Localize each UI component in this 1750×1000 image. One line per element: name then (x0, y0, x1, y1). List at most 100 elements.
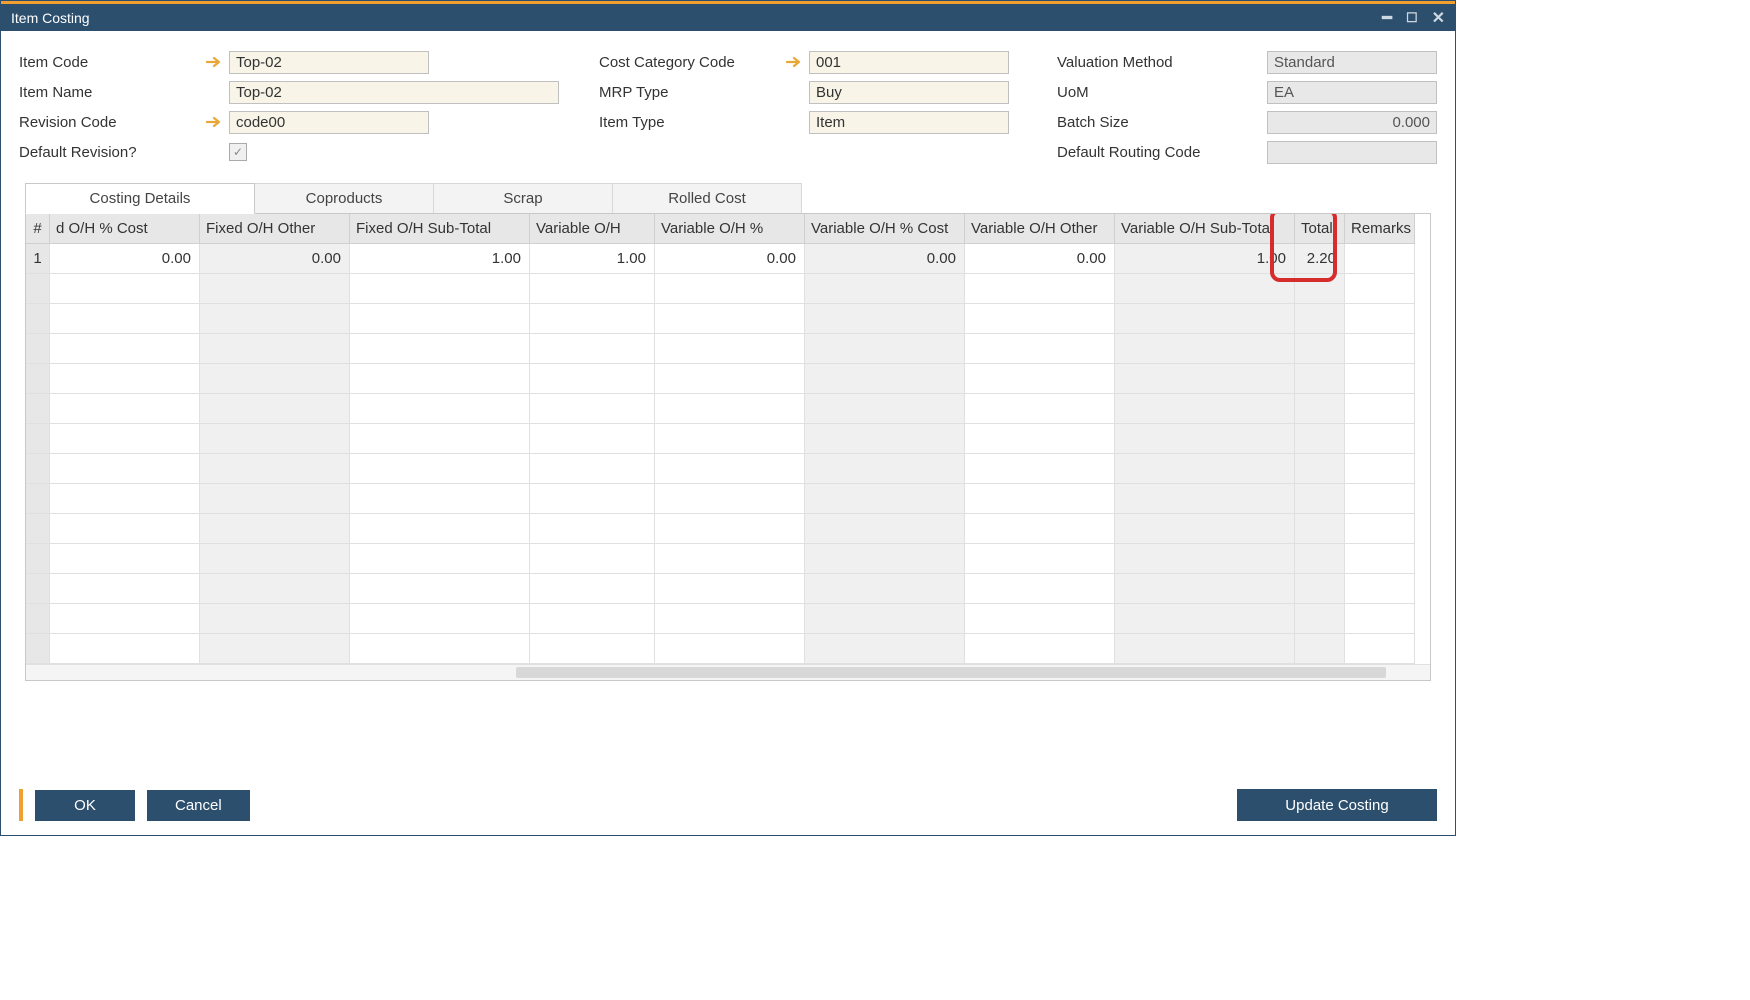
link-arrow-icon[interactable] (785, 55, 803, 69)
grid-cell[interactable] (805, 394, 965, 424)
grid-cell[interactable] (350, 424, 530, 454)
grid-cell[interactable] (1115, 574, 1295, 604)
grid-cell[interactable] (530, 274, 655, 304)
grid-cell[interactable] (1345, 334, 1415, 364)
grid-cell[interactable] (1295, 304, 1345, 334)
grid-cell[interactable] (965, 424, 1115, 454)
grid-cell[interactable] (50, 454, 200, 484)
grid-cell[interactable] (805, 334, 965, 364)
col-header-remarks[interactable]: Remarks (1345, 214, 1415, 244)
grid-cell[interactable] (350, 544, 530, 574)
col-header-fixed-oh-percent-cost[interactable]: d O/H % Cost (50, 214, 200, 244)
grid-cell[interactable] (350, 484, 530, 514)
row-number-cell[interactable] (26, 394, 50, 424)
col-header-variable-oh-other[interactable]: Variable O/H Other (965, 214, 1115, 244)
grid-cell[interactable] (655, 484, 805, 514)
row-number-cell[interactable]: 1 (26, 244, 50, 274)
row-number-cell[interactable] (26, 334, 50, 364)
row-number-cell[interactable] (26, 634, 50, 664)
grid-cell[interactable] (530, 514, 655, 544)
grid-cell[interactable] (200, 394, 350, 424)
grid-cell[interactable] (965, 484, 1115, 514)
grid-cell[interactable] (1295, 634, 1345, 664)
grid-cell[interactable] (350, 604, 530, 634)
grid-cell[interactable] (965, 304, 1115, 334)
grid-cell[interactable] (805, 484, 965, 514)
grid-cell[interactable] (1345, 484, 1415, 514)
grid-cell[interactable] (655, 364, 805, 394)
grid-cell[interactable] (965, 634, 1115, 664)
grid-cell[interactable] (965, 454, 1115, 484)
grid-cell[interactable] (350, 334, 530, 364)
grid-cell[interactable] (655, 304, 805, 334)
grid-cell[interactable] (965, 364, 1115, 394)
grid-cell[interactable] (1115, 454, 1295, 484)
grid-cell[interactable] (805, 304, 965, 334)
cell-variable-oh-subtotal[interactable]: 1.00 (1115, 244, 1295, 274)
grid-cell[interactable] (805, 454, 965, 484)
row-number-cell[interactable] (26, 544, 50, 574)
grid-cell[interactable] (50, 364, 200, 394)
col-header-variable-oh-percent-cost[interactable]: Variable O/H % Cost (805, 214, 965, 244)
grid-cell[interactable] (1345, 604, 1415, 634)
grid-cell[interactable] (655, 574, 805, 604)
grid-cell[interactable] (200, 334, 350, 364)
grid-cell[interactable] (655, 334, 805, 364)
grid-cell[interactable] (965, 514, 1115, 544)
grid-cell[interactable] (200, 274, 350, 304)
grid-cell[interactable] (350, 274, 530, 304)
grid-cell[interactable] (1295, 604, 1345, 634)
grid-cell[interactable] (805, 424, 965, 454)
col-header-fixed-oh-subtotal[interactable]: Fixed O/H Sub-Total (350, 214, 530, 244)
grid-cell[interactable] (200, 544, 350, 574)
row-number-cell[interactable] (26, 274, 50, 304)
cell-total[interactable]: 2.20 (1295, 244, 1345, 274)
link-arrow-icon[interactable] (205, 115, 223, 129)
grid-cell[interactable] (1295, 574, 1345, 604)
grid-cell[interactable] (530, 604, 655, 634)
grid-cell[interactable] (1115, 514, 1295, 544)
grid-cell[interactable] (1115, 274, 1295, 304)
grid-cell[interactable] (1345, 544, 1415, 574)
grid-cell[interactable] (530, 634, 655, 664)
grid-cell[interactable] (1115, 364, 1295, 394)
grid-cell[interactable] (350, 364, 530, 394)
grid-cell[interactable] (655, 634, 805, 664)
default-revision-checkbox[interactable]: ✓ (229, 143, 247, 161)
col-header-fixed-oh-other[interactable]: Fixed O/H Other (200, 214, 350, 244)
grid-cell[interactable] (50, 634, 200, 664)
grid-cell[interactable] (350, 634, 530, 664)
col-header-variable-oh[interactable]: Variable O/H (530, 214, 655, 244)
col-header-variable-oh-subtotal[interactable]: Variable O/H Sub-Total (1115, 214, 1295, 244)
mrp-type-field[interactable] (809, 81, 1009, 104)
cell-fixed-oh-other[interactable]: 0.00 (200, 244, 350, 274)
horizontal-scrollbar[interactable] (26, 664, 1430, 680)
grid-cell[interactable] (50, 574, 200, 604)
grid-cell[interactable] (530, 304, 655, 334)
grid-cell[interactable] (350, 514, 530, 544)
grid-cell[interactable] (530, 574, 655, 604)
grid-cell[interactable] (50, 394, 200, 424)
grid-cell[interactable] (1345, 514, 1415, 544)
grid-cell[interactable] (50, 304, 200, 334)
grid-cell[interactable] (1295, 514, 1345, 544)
update-costing-button[interactable]: Update Costing (1237, 789, 1437, 821)
grid-cell[interactable] (200, 514, 350, 544)
grid-cell[interactable] (1345, 574, 1415, 604)
grid-cell[interactable] (805, 364, 965, 394)
cancel-button[interactable]: Cancel (147, 790, 250, 821)
tab-scrap[interactable]: Scrap (433, 183, 613, 213)
grid-cell[interactable] (1115, 334, 1295, 364)
grid-cell[interactable] (1115, 544, 1295, 574)
col-header-total[interactable]: Total (1295, 214, 1345, 244)
cell-variable-oh-percent-cost[interactable]: 0.00 (805, 244, 965, 274)
tab-costing-details[interactable]: Costing Details (25, 183, 255, 214)
revision-code-field[interactable] (229, 111, 429, 134)
row-number-cell[interactable] (26, 484, 50, 514)
grid-cell[interactable] (1115, 424, 1295, 454)
cell-fixed-oh-subtotal[interactable]: 1.00 (350, 244, 530, 274)
item-name-field[interactable] (229, 81, 559, 104)
grid-cell[interactable] (805, 634, 965, 664)
grid-cell[interactable] (965, 394, 1115, 424)
grid-cell[interactable] (50, 424, 200, 454)
